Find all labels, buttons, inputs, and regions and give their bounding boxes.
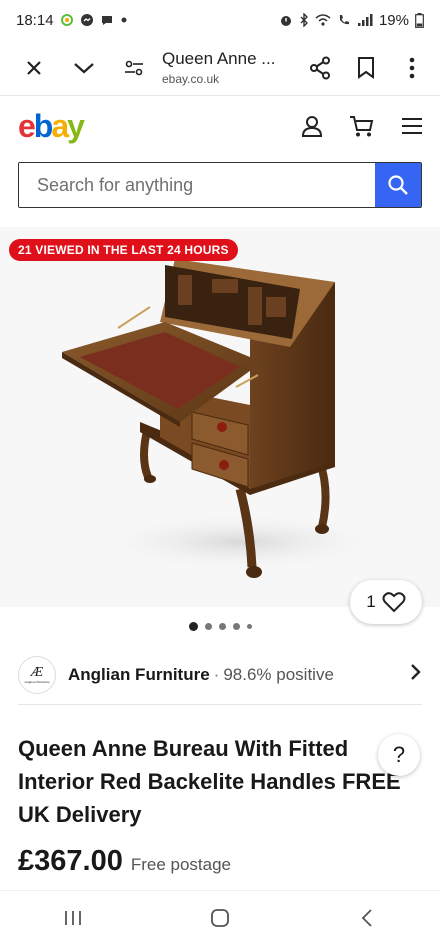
- postage: Free postage: [130, 855, 232, 874]
- site-header: ebay: [0, 96, 440, 156]
- viewed-badge: 21 VIEWED IN THE LAST 24 HOURS: [9, 239, 238, 261]
- hamburger-icon: [402, 118, 422, 134]
- pagination-dot[interactable]: [218, 623, 226, 630]
- seller-name: Anglian Furniture: [68, 664, 210, 684]
- tune-icon: [125, 60, 143, 75]
- heart-icon: [382, 592, 406, 613]
- share-button[interactable]: [302, 50, 338, 86]
- status-left: 18:14: [16, 12, 128, 29]
- close-icon: [27, 60, 41, 75]
- user-icon: [301, 116, 323, 137]
- messenger-icon: [80, 13, 94, 27]
- recent-apps-button[interactable]: [48, 898, 98, 938]
- wifi-icon: [315, 13, 331, 27]
- pagination-dot[interactable]: [188, 622, 198, 631]
- system-nav-bar: [0, 890, 440, 945]
- search-bar: [18, 162, 422, 208]
- browser-menu-button[interactable]: [394, 50, 430, 86]
- bookmark-button[interactable]: [348, 50, 384, 86]
- logo-letter-a: a: [51, 107, 69, 144]
- pagination-dot[interactable]: [204, 623, 212, 630]
- minimize-button[interactable]: [66, 50, 102, 86]
- watch-count: 1: [366, 592, 376, 611]
- bluetooth-icon: [299, 13, 309, 27]
- share-icon: [310, 56, 330, 79]
- battery-icon: [415, 12, 424, 28]
- chevron-down-icon: [74, 62, 94, 73]
- home-icon: [211, 909, 229, 927]
- search-input[interactable]: [19, 163, 375, 207]
- close-tab-button[interactable]: [16, 50, 52, 86]
- sync-icon: [60, 13, 74, 27]
- back-icon: [361, 909, 372, 927]
- status-bar: 18:14 19%: [0, 0, 440, 40]
- account-button[interactable]: [298, 112, 326, 140]
- cart-button[interactable]: [348, 112, 376, 140]
- pagination-dot[interactable]: [246, 624, 252, 629]
- seller-rating: 98.6% positive: [223, 664, 334, 684]
- menu-button[interactable]: [398, 112, 426, 140]
- pagination-dot[interactable]: [232, 623, 240, 630]
- seller-avatar: Æ Anglian Furniture: [18, 655, 56, 694]
- call-icon: [337, 13, 351, 27]
- seller-row[interactable]: Æ Anglian Furniture Anglian Furniture · …: [18, 645, 422, 705]
- status-time: 18:14: [16, 11, 54, 29]
- chat-icon: [100, 13, 114, 27]
- listing-title: Queen Anne Bureau With Fitted Interior R…: [18, 736, 401, 827]
- search-button[interactable]: [375, 163, 421, 207]
- logo-letter-b: b: [33, 107, 53, 144]
- watch-button[interactable]: 1: [350, 580, 422, 624]
- url-domain: ebay.co.uk: [162, 72, 220, 86]
- cart-icon: [350, 116, 374, 137]
- recents-icon: [65, 911, 82, 925]
- logo-letter-e: e: [18, 107, 36, 144]
- battery-percent: 19%: [378, 11, 409, 29]
- site-settings-button[interactable]: [116, 50, 152, 86]
- seller-separator: ·: [213, 664, 220, 684]
- tab-title: Queen Anne ...: [162, 49, 276, 68]
- url-block[interactable]: Queen Anne ... ebay.co.uk: [152, 49, 302, 86]
- price: £367.00: [18, 845, 123, 877]
- seller-logo-mark: Æ: [30, 664, 44, 680]
- home-button[interactable]: [195, 898, 245, 938]
- price-row: £367.00 Free postage: [18, 845, 231, 878]
- header-actions: [298, 112, 426, 140]
- status-right: 19%: [279, 12, 424, 29]
- search-icon: [388, 175, 408, 195]
- back-button[interactable]: [342, 898, 392, 938]
- product-image: [62, 259, 390, 578]
- alarm-icon: [279, 13, 293, 27]
- seller-logo-text: Anglian Furniture: [24, 679, 50, 684]
- help-button[interactable]: ?: [378, 734, 420, 776]
- more-notifications-icon: [120, 16, 128, 24]
- logo-letter-y: y: [67, 107, 85, 144]
- ebay-logo[interactable]: ebay: [18, 107, 85, 145]
- browser-actions: [302, 50, 430, 86]
- browser-bar: Queen Anne ... ebay.co.uk: [0, 40, 440, 96]
- product-image-gallery[interactable]: 21 VIEWED IN THE LAST 24 HOURS: [0, 227, 440, 607]
- more-vertical-icon: [409, 57, 415, 78]
- bookmark-icon: [358, 56, 374, 79]
- signal-icon: [357, 13, 373, 27]
- chevron-right-icon: [410, 663, 422, 686]
